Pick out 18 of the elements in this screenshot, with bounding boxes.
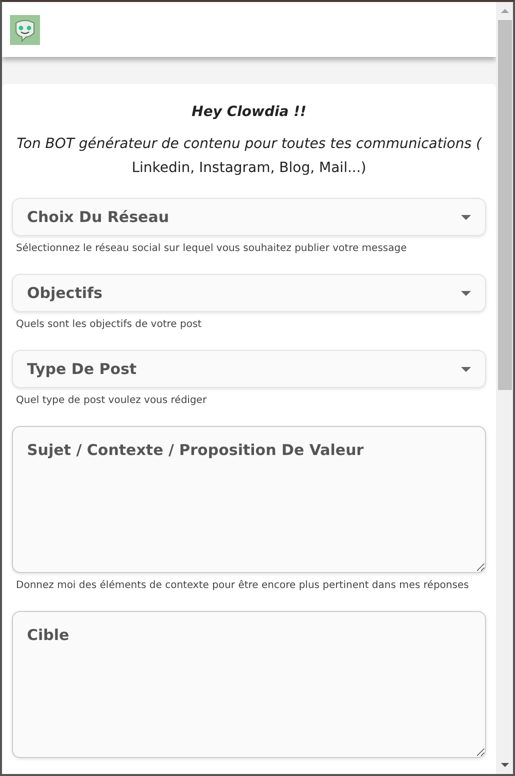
field-hint: Donnez moi des éléments de contexte pour être encore plus pertinent dans mes réponses (16, 580, 470, 591)
scroll-down-icon[interactable] (500, 763, 508, 767)
intro-text: Ton BOT générateur de contenu pour toutes tes communications ( Linkedin, Instagram, Blog, Mail...) (16, 135, 483, 178)
caret-icon (461, 290, 471, 296)
text-area[interactable]: Cible (12, 611, 486, 758)
text-area[interactable]: Sujet / Contexte / Proposition De Valeur (12, 426, 486, 573)
caret-icon (461, 214, 471, 220)
logo-icon[interactable] (10, 15, 40, 45)
scrollbar-thumb[interactable] (498, 20, 512, 390)
scroll-up-icon[interactable] (500, 9, 508, 13)
dropdown-field[interactable]: Objectifs (12, 274, 486, 312)
greeting-title: Hey Clowdia !! (190, 104, 308, 120)
field-hint: Quel type de post voulez vous rédiger (16, 395, 208, 406)
dropdown-field[interactable]: Type De Post (12, 350, 486, 388)
caret-icon (461, 366, 471, 372)
field-hint: Quels sont les objectifs de votre post (16, 319, 203, 330)
dropdown-field[interactable]: Choix Du Réseau (12, 198, 486, 236)
field-hint: Sélectionnez le réseau social sur lequel vous souhaitez publier votre message (16, 243, 408, 254)
